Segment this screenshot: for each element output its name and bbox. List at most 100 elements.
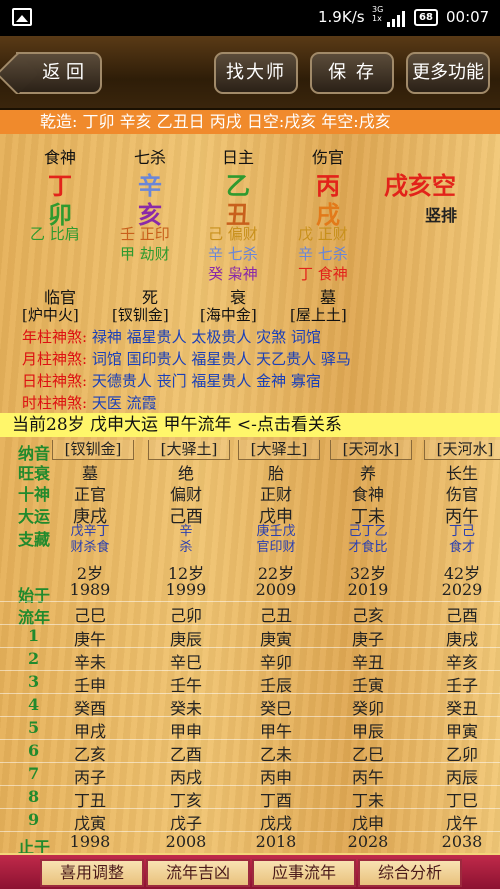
status-bar: 1.9K/s 3G 1x 68 00:07 [0, 0, 500, 36]
nayin-label: [海中金] [200, 306, 257, 324]
row-divider [0, 601, 500, 602]
shensha-key: 年柱神煞: [22, 328, 88, 346]
pillar-shishen: 食神 [43, 148, 76, 167]
hidden-stem: 辛 七杀 [298, 245, 348, 263]
shensha-key: 月柱神煞: [22, 350, 88, 368]
hidden-stem: 乙 比肩 [30, 225, 80, 243]
dayun-zhicang-shishen: 食才 [448, 540, 475, 555]
dayun-end-year: 2038 [441, 832, 483, 851]
dayun-zhicang: 辛 [179, 524, 193, 539]
shensha-row: 年柱神煞: 禄神 福星贵人 太极贵人 灾煞 词馆 [22, 326, 321, 348]
liunian-index: 6 [28, 741, 40, 760]
dayun-nayin: [大驿土] [238, 440, 320, 460]
liunian-first[interactable]: 己亥 [328, 602, 408, 626]
tab-xiyong[interactable]: 喜用调整 [40, 859, 144, 887]
row-label: 十神 [18, 485, 51, 504]
row-divider [0, 647, 500, 648]
liunian-index: 3 [28, 672, 40, 691]
dayun-start-year: 2029 [441, 580, 483, 599]
row-divider [0, 693, 500, 694]
dayun-end-year: 1998 [69, 832, 111, 851]
liunian-first[interactable]: 己卯 [146, 602, 226, 626]
shensha-value: 词馆 国印贵人 福星贵人 天乙贵人 驿马 [87, 350, 351, 368]
dayun-start-year: 2009 [255, 580, 297, 599]
hidden-stem: 辛 七杀 [208, 245, 258, 263]
row-divider [0, 831, 500, 832]
hidden-stem: 己 偏财 [208, 225, 258, 243]
row-label: 始于 [18, 586, 51, 605]
liunian-index: 4 [28, 695, 40, 714]
hidden-stem: 甲 劫财 [120, 245, 170, 263]
save-button[interactable]: 保 存 [310, 52, 394, 94]
dayun-nayin: [天河水] [424, 440, 500, 460]
row-divider [0, 808, 500, 809]
liunian-first[interactable]: 己巳 [50, 602, 130, 626]
row-divider [0, 624, 500, 625]
dayun-nayin: [大驿土] [148, 440, 230, 460]
shensha-value: 禄神 福星贵人 太极贵人 灾煞 词馆 [87, 328, 321, 346]
shensha-key: 日柱神煞: [22, 372, 88, 390]
network-type: 3G 1x [372, 5, 384, 23]
shensha-value: 天医 流霞 [87, 394, 157, 412]
liunian-index: 9 [28, 810, 40, 829]
toolbar: 返 回 找大师 保 存 更多功能 [0, 36, 500, 110]
row-divider [0, 785, 500, 786]
hidden-stem: 戊 正财 [298, 225, 348, 243]
dayun-zhicang-shishen: 官印财 [256, 540, 296, 555]
dayun-start-year: 2019 [347, 580, 389, 599]
shensha-key: 时柱神煞: [22, 394, 88, 412]
current-dayun-bar[interactable]: 当前28岁 戊申大运 甲午流年 <-点击看关系 [0, 413, 500, 437]
dayun-zhicang: 戊辛丁 [70, 524, 110, 539]
more-functions-button[interactable]: 更多功能 [406, 52, 490, 94]
signal-icon [387, 11, 405, 27]
back-button[interactable]: 返 回 [16, 52, 102, 94]
nayin-label: [炉中火] [22, 306, 79, 324]
dayun-nayin: [天河水] [330, 440, 412, 460]
dayun-start-year: 1999 [165, 580, 207, 599]
pillar-shishen: 七杀 [133, 148, 166, 167]
qianzao-header: 乾造: 丁卯 辛亥 乙丑日 丙戌 日空:戌亥 年空:戌亥 [0, 110, 500, 134]
dayun-end-year: 2008 [165, 832, 207, 851]
shensha-row: 日柱神煞: 天德贵人 丧门 福星贵人 金神 寡宿 [22, 370, 321, 392]
liunian-first[interactable]: 己丑 [236, 602, 316, 626]
liunian-index: 8 [28, 787, 40, 806]
liunian-index: 5 [28, 718, 40, 737]
dayun-zhicang-shishen: 才食比 [348, 540, 388, 555]
dayun-nayin: [钗钏金] [52, 440, 134, 460]
hidden-stem: 癸 枭神 [208, 265, 258, 283]
pillar-shishen: 伤官 [311, 148, 344, 167]
dayun-zhicang: 己丁乙 [348, 524, 388, 539]
vertical-layout-button[interactable]: 竖排 [425, 202, 457, 226]
battery-icon: 68 [414, 9, 438, 26]
liunian-index: 1 [28, 626, 40, 645]
shensha-value: 天德贵人 丧门 福星贵人 金神 寡宿 [87, 372, 321, 390]
hidden-stem: 丁 食神 [298, 265, 348, 283]
pillar-shishen: 日主 [221, 148, 254, 167]
find-master-button[interactable]: 找大师 [214, 52, 298, 94]
tab-liunian-jixiong[interactable]: 流年吉凶 [146, 859, 250, 887]
network-speed: 1.9K/s [318, 8, 365, 26]
liunian-index: 2 [28, 649, 40, 668]
dayun-zhicang-shishen: 杀 [179, 540, 193, 555]
dayun-start-year: 1989 [69, 580, 111, 599]
hidden-stem: 壬 正印 [120, 225, 170, 243]
nayin-label: [屋上土] [290, 306, 347, 324]
tab-yingshi-liunian[interactable]: 应事流年 [252, 859, 356, 887]
liunian-index: 7 [28, 764, 40, 783]
row-label: 大运 [18, 507, 51, 526]
dayun-end-year: 2028 [347, 832, 389, 851]
row-divider [0, 762, 500, 763]
dayun-zhicang-shishen: 财杀食 [70, 540, 110, 555]
dayun-end-year: 2018 [255, 832, 297, 851]
bottom-tab-bar: 喜用调整 流年吉凶 应事流年 综合分析 [0, 853, 500, 889]
gallery-icon [12, 8, 32, 26]
tab-zonghe-fenxi[interactable]: 综合分析 [358, 859, 462, 887]
row-divider [0, 739, 500, 740]
liunian-first[interactable]: 己酉 [422, 602, 500, 626]
row-divider [0, 716, 500, 717]
shensha-row: 月柱神煞: 词馆 国印贵人 福星贵人 天乙贵人 驿马 [22, 348, 351, 370]
dayun-zhicang: 丁己 [448, 524, 475, 539]
clock: 00:07 [446, 8, 490, 26]
shensha-row: 时柱神煞: 天医 流霞 [22, 392, 157, 414]
dayun-zhicang: 庚壬戊 [256, 524, 296, 539]
